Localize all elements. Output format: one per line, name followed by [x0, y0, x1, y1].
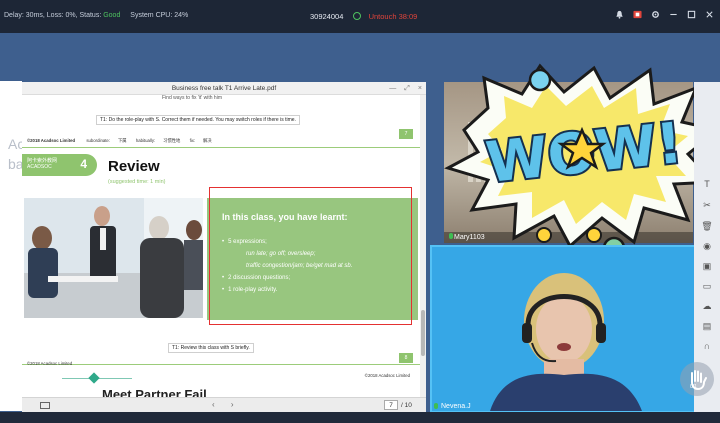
pdf-titlebar[interactable]: Business free talk T1 Arrive Late.pdf — …: [22, 82, 426, 95]
section-tab: 阿卡索外教网 ACADSOC 4: [22, 154, 97, 176]
clock-icon: [353, 12, 362, 21]
room-info: 30924004 Untouch 38:09: [310, 12, 417, 21]
class-timer: Untouch 38:09: [368, 12, 418, 21]
record-icon[interactable]: [633, 10, 642, 19]
slide-divider: [22, 147, 420, 148]
vocab-label: subordinate:: [86, 138, 111, 143]
annotation-rectangle[interactable]: [209, 187, 412, 325]
gear-icon[interactable]: [651, 10, 660, 19]
background-panel: [0, 81, 22, 411]
slide-divider: [22, 364, 420, 365]
bottom-bar: [0, 412, 720, 423]
vocab-label: habitually:: [135, 138, 156, 143]
cpu-usage: System CPU: 24%: [130, 12, 189, 19]
vocab-value: 下属: [118, 138, 127, 143]
hand-icon: [691, 370, 707, 391]
copyright-text: ©2018 Acadsoc Limited: [27, 138, 76, 143]
bubble-circle: [528, 68, 552, 92]
text-tool-icon[interactable]: T: [701, 178, 713, 190]
trophy-icon: [536, 227, 552, 243]
slide-text: Find ways to fix 'it' with him: [162, 95, 222, 101]
status-actions: [615, 10, 714, 19]
toolbox-icon[interactable]: ▤: [701, 320, 713, 332]
network-status-good: Good: [103, 12, 121, 19]
vocab-label: fix:: [189, 138, 196, 143]
page-navigation: ‹ ›: [212, 400, 248, 409]
page-number-input[interactable]: 7: [384, 400, 398, 410]
trash-icon[interactable]: 🗑: [701, 220, 713, 232]
wow-sticker: WOW!: [444, 63, 720, 250]
scrollbar-thumb[interactable]: [421, 310, 425, 356]
page-total: / 10: [401, 402, 412, 409]
headset-icon[interactable]: ∩: [701, 340, 713, 352]
cloud-icon[interactable]: ☁: [701, 300, 713, 312]
page-badge: 7: [399, 129, 413, 139]
sidebar-toggle-icon[interactable]: [40, 402, 50, 409]
page-badge: 8: [399, 353, 413, 363]
active-speaker-border: [430, 245, 696, 413]
next-slide-title: Meet Partner Fail: [102, 387, 207, 397]
brand-logo: 阿卡索外教网 ACADSOC: [27, 158, 57, 170]
scissors-icon[interactable]: ✂: [701, 199, 713, 211]
office-scene-illustration: [24, 198, 203, 318]
image-icon[interactable]: ▣: [701, 260, 713, 272]
section-number: 4: [80, 157, 87, 171]
eye-icon[interactable]: ◉: [701, 240, 713, 252]
copyright-text: ©2018 Acadsoc Limited: [27, 361, 73, 366]
close-icon[interactable]: ×: [418, 82, 422, 95]
vocab-value: 习惯性地: [163, 138, 181, 143]
room-id: 30924004: [310, 12, 344, 21]
status-bar: Delay: 30ms, Loss: 0%, Status: Good Syst…: [0, 0, 720, 33]
vocab-value: 解决: [203, 138, 212, 143]
minimize-icon[interactable]: [669, 10, 678, 19]
minimize-icon[interactable]: —: [389, 82, 396, 95]
trophy-icon: [586, 227, 602, 243]
raise-hand-button[interactable]: 0/1: [680, 362, 714, 396]
teacher-instruction: T1: Do the role-play with S. Correct the…: [96, 115, 300, 125]
bell-icon[interactable]: [615, 10, 624, 19]
pdf-page-area[interactable]: Find ways to fix 'it' with him T1: Do th…: [22, 95, 420, 397]
network-status-text: Delay: 30ms, Loss: 0%, Status:: [4, 12, 104, 19]
chat-icon[interactable]: ▭: [701, 280, 713, 292]
pdf-window-controls: — ⤢ ×: [389, 82, 422, 95]
copyright-text: ©2018 Acadsoc Limited: [364, 373, 410, 378]
pdf-toolbar: ‹ › 7/ 10: [22, 397, 426, 412]
diamond-icon: [88, 372, 100, 384]
lesson-divider: [62, 372, 132, 384]
suggested-time: (suggested time: 1 min): [108, 179, 166, 185]
expand-icon[interactable]: ⤢: [404, 82, 410, 95]
office-photo: [24, 198, 203, 318]
hand-count: 0/1: [690, 384, 697, 390]
slide-footer: ©2018 Acadsoc Limited subordinate: 下属 hab…: [27, 138, 220, 144]
brand-logo-subtext: ACADSOC: [27, 164, 52, 170]
pdf-viewer: Business free talk T1 Arrive Late.pdf — …: [22, 82, 426, 412]
pdf-title: Business free talk T1 Arrive Late.pdf: [171, 85, 277, 92]
maximize-icon[interactable]: [687, 10, 696, 19]
page-indicator: 7/ 10: [384, 400, 412, 410]
pdf-scrollbar[interactable]: [420, 95, 426, 397]
close-icon[interactable]: [705, 10, 714, 19]
slide-title: Review: [108, 158, 160, 175]
teacher-instruction: T1: Review this class with S briefly.: [168, 343, 254, 353]
prev-page-button[interactable]: ‹: [212, 400, 215, 409]
network-status: Delay: 30ms, Loss: 0%, Status: Good Syst…: [4, 12, 188, 19]
next-page-button[interactable]: ›: [231, 400, 234, 409]
